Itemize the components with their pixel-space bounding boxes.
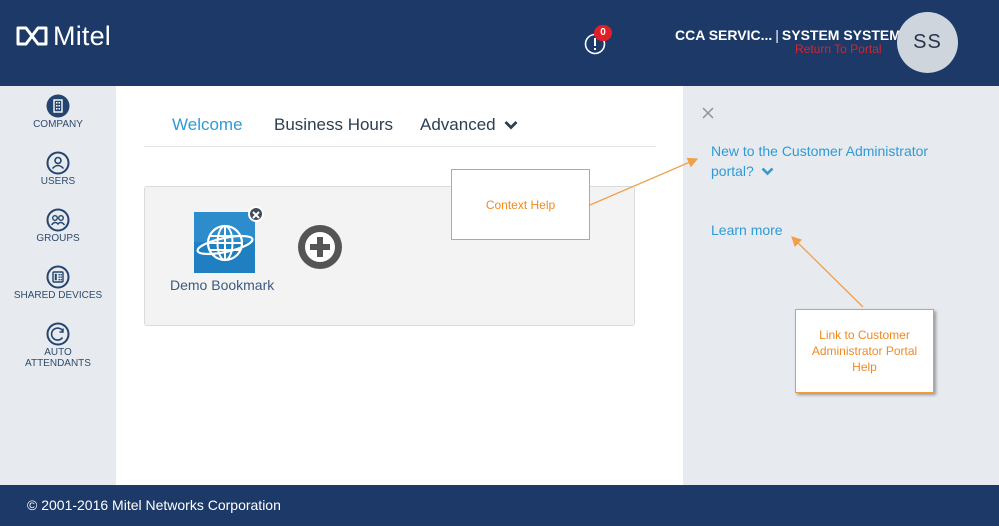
account-name: CCA SERVIC...: [675, 27, 773, 43]
help-link-callout: Link to Customer Administrator Portal He…: [795, 309, 934, 393]
learn-more-link[interactable]: Learn more: [711, 222, 783, 238]
sidebar-item-auto-attendants[interactable]: AUTO ATTENDANTS: [0, 322, 116, 369]
sidebar-item-company[interactable]: COMPANY: [0, 94, 116, 130]
sidebar-item-label: SHARED DEVICES: [13, 290, 103, 301]
auto-attendant-icon: [46, 322, 70, 346]
tab-business-hours[interactable]: Business Hours: [274, 115, 393, 135]
chevron-down-icon: [761, 167, 774, 176]
sidebar-item-label: GROUPS: [36, 233, 80, 244]
add-bookmark-button[interactable]: [298, 225, 342, 269]
remove-bookmark-button[interactable]: [248, 206, 264, 222]
context-help-callout: Context Help: [451, 169, 590, 240]
sidebar-item-shared-devices[interactable]: SHARED DEVICES: [0, 265, 116, 301]
sidebar-item-label: AUTO ATTENDANTS: [25, 347, 91, 369]
close-icon: [252, 211, 260, 219]
sidebar-item-groups[interactable]: GROUPS: [0, 208, 116, 244]
avatar[interactable]: SS: [897, 12, 958, 73]
tab-advanced[interactable]: Advanced: [420, 115, 518, 135]
chevron-down-icon: [504, 121, 518, 130]
user-icon: [46, 151, 70, 175]
user-name: SYSTEM SYSTEM: [781, 27, 901, 43]
bookmark-tile[interactable]: [194, 212, 255, 273]
mitel-logo-icon: [16, 26, 48, 46]
tab-welcome[interactable]: Welcome: [172, 115, 243, 135]
help-question-text: New to the Customer Administrator portal…: [711, 143, 929, 179]
sidebar-item-label: USERS: [40, 176, 76, 187]
bookmark-label[interactable]: Demo Bookmark: [170, 277, 274, 293]
brand-name: Mitel: [53, 20, 112, 51]
sidebar-item-label: COMPANY: [33, 119, 83, 130]
plus-icon: [305, 232, 335, 262]
copyright-text: © 2001-2016 Mitel Networks Corporation: [27, 497, 281, 513]
account-info[interactable]: CCA SERVIC... | SYSTEM SYSTEM: [675, 27, 901, 43]
alert-count-badge: 0: [594, 25, 612, 41]
building-icon: [46, 94, 70, 118]
return-to-portal-link[interactable]: Return To Portal: [795, 42, 882, 56]
tab-advanced-label: Advanced: [420, 115, 496, 134]
globe-icon: [194, 212, 255, 273]
close-help-icon[interactable]: [701, 106, 715, 120]
tab-divider: [144, 146, 656, 147]
mitel-logo[interactable]: Mitel: [16, 20, 111, 52]
device-icon: [46, 265, 70, 289]
help-question-link[interactable]: New to the Customer Administrator portal…: [711, 141, 971, 181]
sidebar-item-users[interactable]: USERS: [0, 151, 116, 187]
account-separator: |: [775, 27, 779, 43]
group-icon: [46, 208, 70, 232]
